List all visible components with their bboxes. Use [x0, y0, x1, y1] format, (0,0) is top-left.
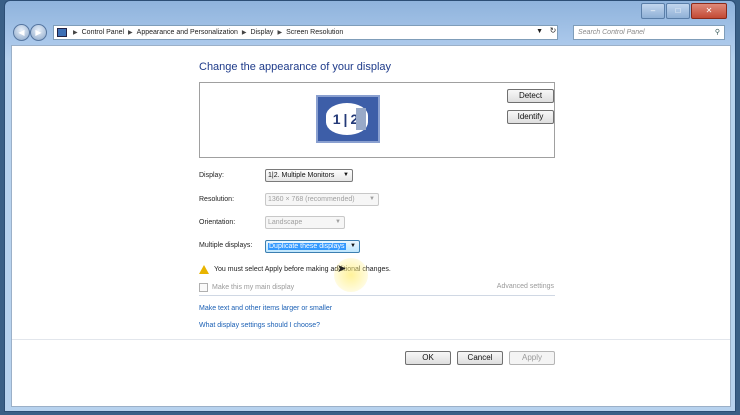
- address-dropdown-icon[interactable]: ▼: [536, 28, 543, 35]
- search-placeholder: Search Control Panel: [578, 29, 645, 36]
- back-button[interactable]: ◀: [13, 24, 30, 41]
- advanced-settings-link: Advanced settings: [496, 283, 554, 290]
- chevron-down-icon: ▼: [350, 243, 356, 249]
- ok-button[interactable]: OK: [405, 351, 451, 365]
- monitor-icon[interactable]: 1|2: [316, 95, 380, 143]
- mouse-pointer-icon: ➤: [337, 263, 347, 275]
- control-panel-window: – □ ✕ ◀ ▶ ▶ Control Panel ▶ Appearance a…: [4, 0, 736, 412]
- monitor-shadow: [356, 108, 366, 130]
- breadcrumb-separator-icon: ▶: [241, 30, 247, 36]
- breadcrumb-screen-resolution[interactable]: Screen Resolution: [286, 29, 343, 36]
- cancel-button[interactable]: Cancel: [457, 351, 503, 365]
- breadcrumb-appearance[interactable]: Appearance and Personalization: [137, 29, 238, 36]
- navigation-bar: ◀ ▶ ▶ Control Panel ▶ Appearance and Per…: [9, 23, 731, 43]
- control-panel-icon: [57, 28, 67, 37]
- footer-divider: [12, 339, 730, 340]
- display-label: Display:: [199, 172, 224, 179]
- search-icon[interactable]: ⚲: [715, 26, 720, 39]
- display-value: 1|2. Multiple Monitors: [268, 172, 335, 179]
- orientation-label: Orientation:: [199, 219, 236, 226]
- apply-button: Apply: [509, 351, 555, 365]
- breadcrumb-display[interactable]: Display: [250, 29, 273, 36]
- main-display-label: Make this my main display: [212, 284, 295, 291]
- section-divider: [199, 295, 555, 296]
- chevron-down-icon: ▼: [335, 219, 341, 225]
- chevron-down-icon: ▼: [369, 196, 375, 202]
- close-button[interactable]: ✕: [691, 3, 727, 19]
- caption-buttons: – □ ✕: [641, 3, 727, 19]
- breadcrumb-control-panel[interactable]: Control Panel: [82, 29, 124, 36]
- detect-button[interactable]: Detect: [507, 89, 554, 103]
- forward-button[interactable]: ▶: [30, 24, 47, 41]
- minimize-button[interactable]: –: [641, 3, 665, 19]
- display-select[interactable]: 1|2. Multiple Monitors ▼: [265, 169, 353, 182]
- resolution-select: 1360 × 768 (recommended) ▼: [265, 193, 379, 206]
- resolution-value: 1360 × 768 (recommended): [268, 196, 355, 203]
- breadcrumb-separator-icon: ▶: [73, 30, 78, 36]
- identify-button[interactable]: Identify: [507, 110, 554, 124]
- display-help-link[interactable]: What display settings should I choose?: [199, 322, 320, 329]
- multiple-displays-value: Duplicate these displays: [268, 243, 346, 250]
- resolution-label: Resolution:: [199, 196, 235, 203]
- maximize-button[interactable]: □: [666, 3, 690, 19]
- address-bar[interactable]: ▶ Control Panel ▶ Appearance and Persona…: [53, 25, 558, 40]
- text-size-link[interactable]: Make text and other items larger or smal…: [199, 305, 332, 312]
- chevron-down-icon: ▼: [343, 172, 349, 178]
- main-display-option: Make this my main display: [199, 283, 294, 292]
- search-input[interactable]: Search Control Panel ⚲: [573, 25, 725, 40]
- content-pane: Change the appearance of your display 1|…: [11, 45, 731, 407]
- breadcrumb-separator-icon: ▶: [277, 30, 283, 36]
- mouse-cursor-highlight: ➤: [334, 258, 368, 292]
- refresh-icon[interactable]: ↻: [547, 26, 559, 39]
- multiple-displays-select[interactable]: Duplicate these displays ▼: [265, 240, 360, 253]
- multiple-displays-label: Multiple displays:: [199, 242, 253, 249]
- warning-icon: [199, 265, 209, 274]
- main-display-checkbox: [199, 283, 208, 292]
- breadcrumb-separator-icon: ▶: [128, 30, 133, 36]
- page-title: Change the appearance of your display: [199, 61, 392, 73]
- orientation-value: Landscape: [268, 219, 303, 226]
- display-preview: 1|2 Detect Identify: [199, 82, 555, 158]
- orientation-select: Landscape ▼: [265, 216, 345, 229]
